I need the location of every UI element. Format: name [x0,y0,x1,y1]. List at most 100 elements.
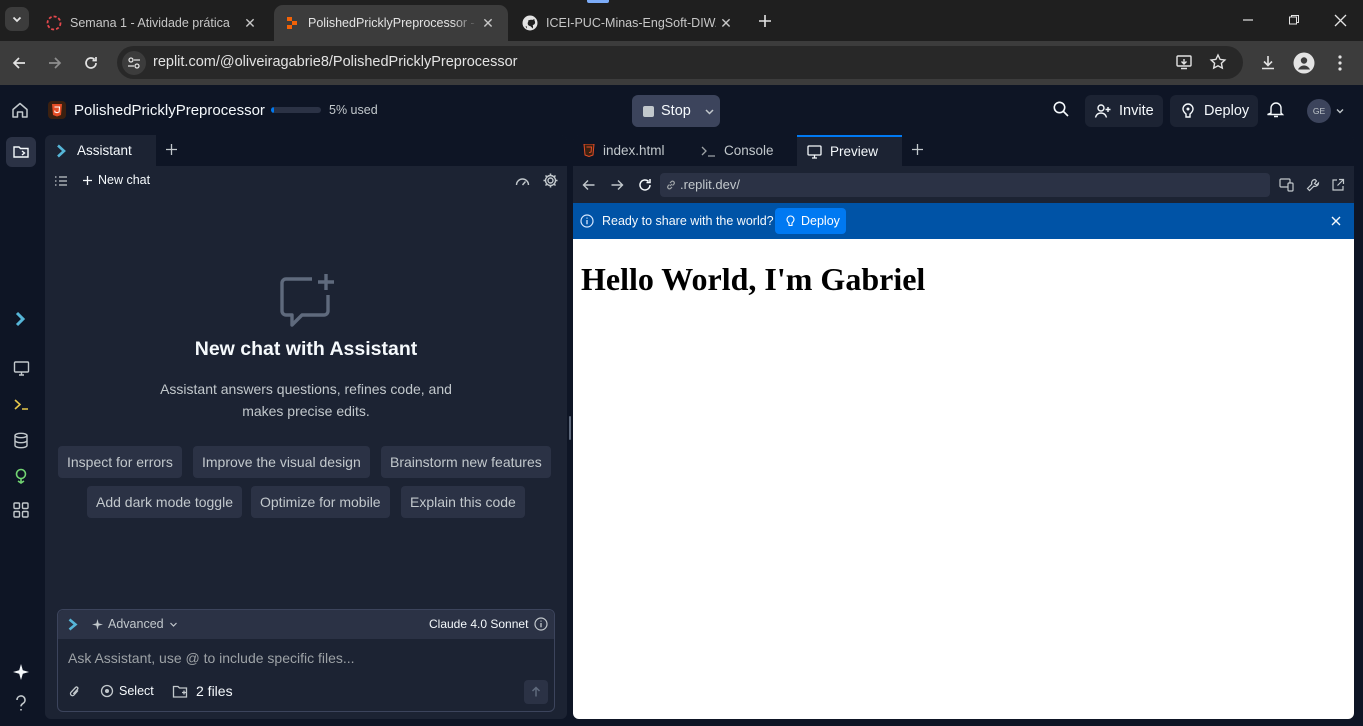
usage-bar[interactable] [271,107,321,113]
home-button[interactable] [10,100,32,122]
chat-empty-heading: New chat with Assistant [194,338,418,360]
restore-button[interactable] [1282,8,1306,32]
browser-tab-github[interactable]: ICEI-PUC-Minas-EngSoft-DIW/t ✕ [512,5,746,41]
mode-dropdown[interactable]: Advanced [92,617,178,631]
database-icon [14,432,28,448]
replit-favicon-icon [287,17,297,29]
install-icon [1176,55,1192,70]
preview-url-bar[interactable]: .replit.dev/ [660,173,1270,197]
avatar-initials: GE [1312,106,1326,116]
suggestion-chip[interactable]: Add dark mode toggle [87,486,242,518]
arrow-right-icon[interactable] [610,178,624,192]
tab-preview[interactable]: Preview [797,135,902,166]
run-options-button[interactable] [698,95,720,127]
model-label[interactable]: Claude 4.0 Sonnet [429,617,528,631]
suggestion-chip[interactable]: Brainstorm new features [381,446,551,478]
usage-meter-button[interactable] [514,173,532,191]
user-avatar[interactable]: GE [1307,99,1331,123]
browser-tab-strip: Semana 1 - Atividade prática ✕ PolishedP… [0,0,1363,41]
back-button[interactable] [5,49,33,77]
chat-history-button[interactable] [54,174,68,188]
minimize-icon [1243,19,1253,21]
settings-button[interactable] [542,172,560,190]
file-tree-button[interactable] [6,137,36,167]
rail-deployments[interactable] [10,465,32,487]
workspace-tabbar: index.html Console Preview [573,135,1354,166]
rail-preview[interactable] [10,357,32,379]
new-chat-label: New chat [98,173,151,187]
info-icon[interactable] [534,617,548,631]
search-button[interactable] [1052,100,1074,122]
forward-button[interactable] [41,49,69,77]
pane-resize-handle[interactable] [569,416,571,440]
gear-icon [543,173,558,188]
chat-input[interactable]: Ask Assistant, use @ to include specific… [68,650,544,666]
open-new-window-icon[interactable] [1331,178,1345,192]
rail-database[interactable] [10,429,32,451]
usage-label: 5% used [329,103,378,117]
stop-button[interactable]: Stop [632,95,698,127]
attached-files-button[interactable]: 2 files [172,683,233,699]
browser-tab-semana[interactable]: Semana 1 - Atividade prática ✕ [36,5,270,41]
assistant-icon [57,144,66,157]
suggestion-chip[interactable]: Improve the visual design [193,446,370,478]
project-name[interactable]: PolishedPricklyPreprocessor [74,102,265,119]
reload-button[interactable] [77,49,105,77]
rail-ai-sparkle[interactable] [10,661,32,683]
send-button[interactable] [524,680,548,704]
rail-all-tools[interactable] [10,499,32,521]
link-icon [667,180,675,190]
chevron-down-icon[interactable] [1335,106,1345,116]
address-bar[interactable]: replit.com/@oliveiragabrie8/PolishedPric… [117,46,1243,79]
invite-label: Invite [1119,103,1154,119]
close-window-button[interactable] [1328,8,1352,32]
suggestion-chip[interactable]: Optimize for mobile [251,486,390,518]
rail-help[interactable] [10,692,32,714]
tab-search-button[interactable] [5,7,29,31]
tab-index-html[interactable]: index.html [573,135,691,166]
chrome-menu-button[interactable] [1326,49,1354,77]
invite-button[interactable]: Invite [1085,95,1163,127]
wrench-icon[interactable] [1306,178,1320,192]
profile-button[interactable] [1290,49,1318,77]
banner-deploy-button[interactable]: Deploy [775,208,846,234]
rail-console[interactable] [10,393,32,415]
reload-icon[interactable] [637,177,653,193]
close-icon[interactable]: ✕ [716,13,736,33]
more-vertical-icon [1338,55,1342,71]
plus-icon [83,175,92,185]
tune-icon [128,57,140,69]
select-element-button[interactable]: Select [100,684,154,698]
tab-assistant[interactable]: Assistant [45,135,156,166]
rail-assistant[interactable] [10,308,32,330]
close-icon[interactable] [1331,216,1341,226]
browser-tab-replit[interactable]: PolishedPricklyPreprocessor - Replit ✕ [274,5,508,41]
new-chat-button[interactable]: New chat [82,173,150,187]
select-label: Select [119,684,154,698]
deploy-button[interactable]: Deploy [1170,95,1259,127]
paperclip-icon[interactable] [68,684,81,699]
minimize-button[interactable] [1236,8,1260,32]
notifications-button[interactable] [1267,100,1287,120]
site-info-button[interactable] [122,51,146,75]
grid-icon [13,502,29,518]
devices-icon[interactable] [1279,178,1294,192]
arrow-left-icon [12,57,25,69]
deploy-label: Deploy [1204,103,1250,119]
arrow-left-icon[interactable] [582,178,596,192]
chevron-down-icon [169,622,177,627]
arrow-right-icon [49,57,62,69]
new-tab-button[interactable] [752,8,778,34]
suggestion-chip[interactable]: Explain this code [401,486,525,518]
suggestion-chip[interactable]: Inspect for errors [58,446,182,478]
bookmark-button[interactable] [1209,53,1229,73]
tab-console[interactable]: Console [691,135,797,166]
install-app-button[interactable] [1175,53,1195,73]
close-icon[interactable]: ✕ [240,13,260,33]
monitor-icon [807,144,822,159]
stop-icon [643,105,654,117]
add-tab-button[interactable] [165,143,181,159]
close-icon[interactable]: ✕ [478,13,498,33]
add-tab-button[interactable] [911,143,927,159]
downloads-button[interactable] [1254,49,1282,77]
